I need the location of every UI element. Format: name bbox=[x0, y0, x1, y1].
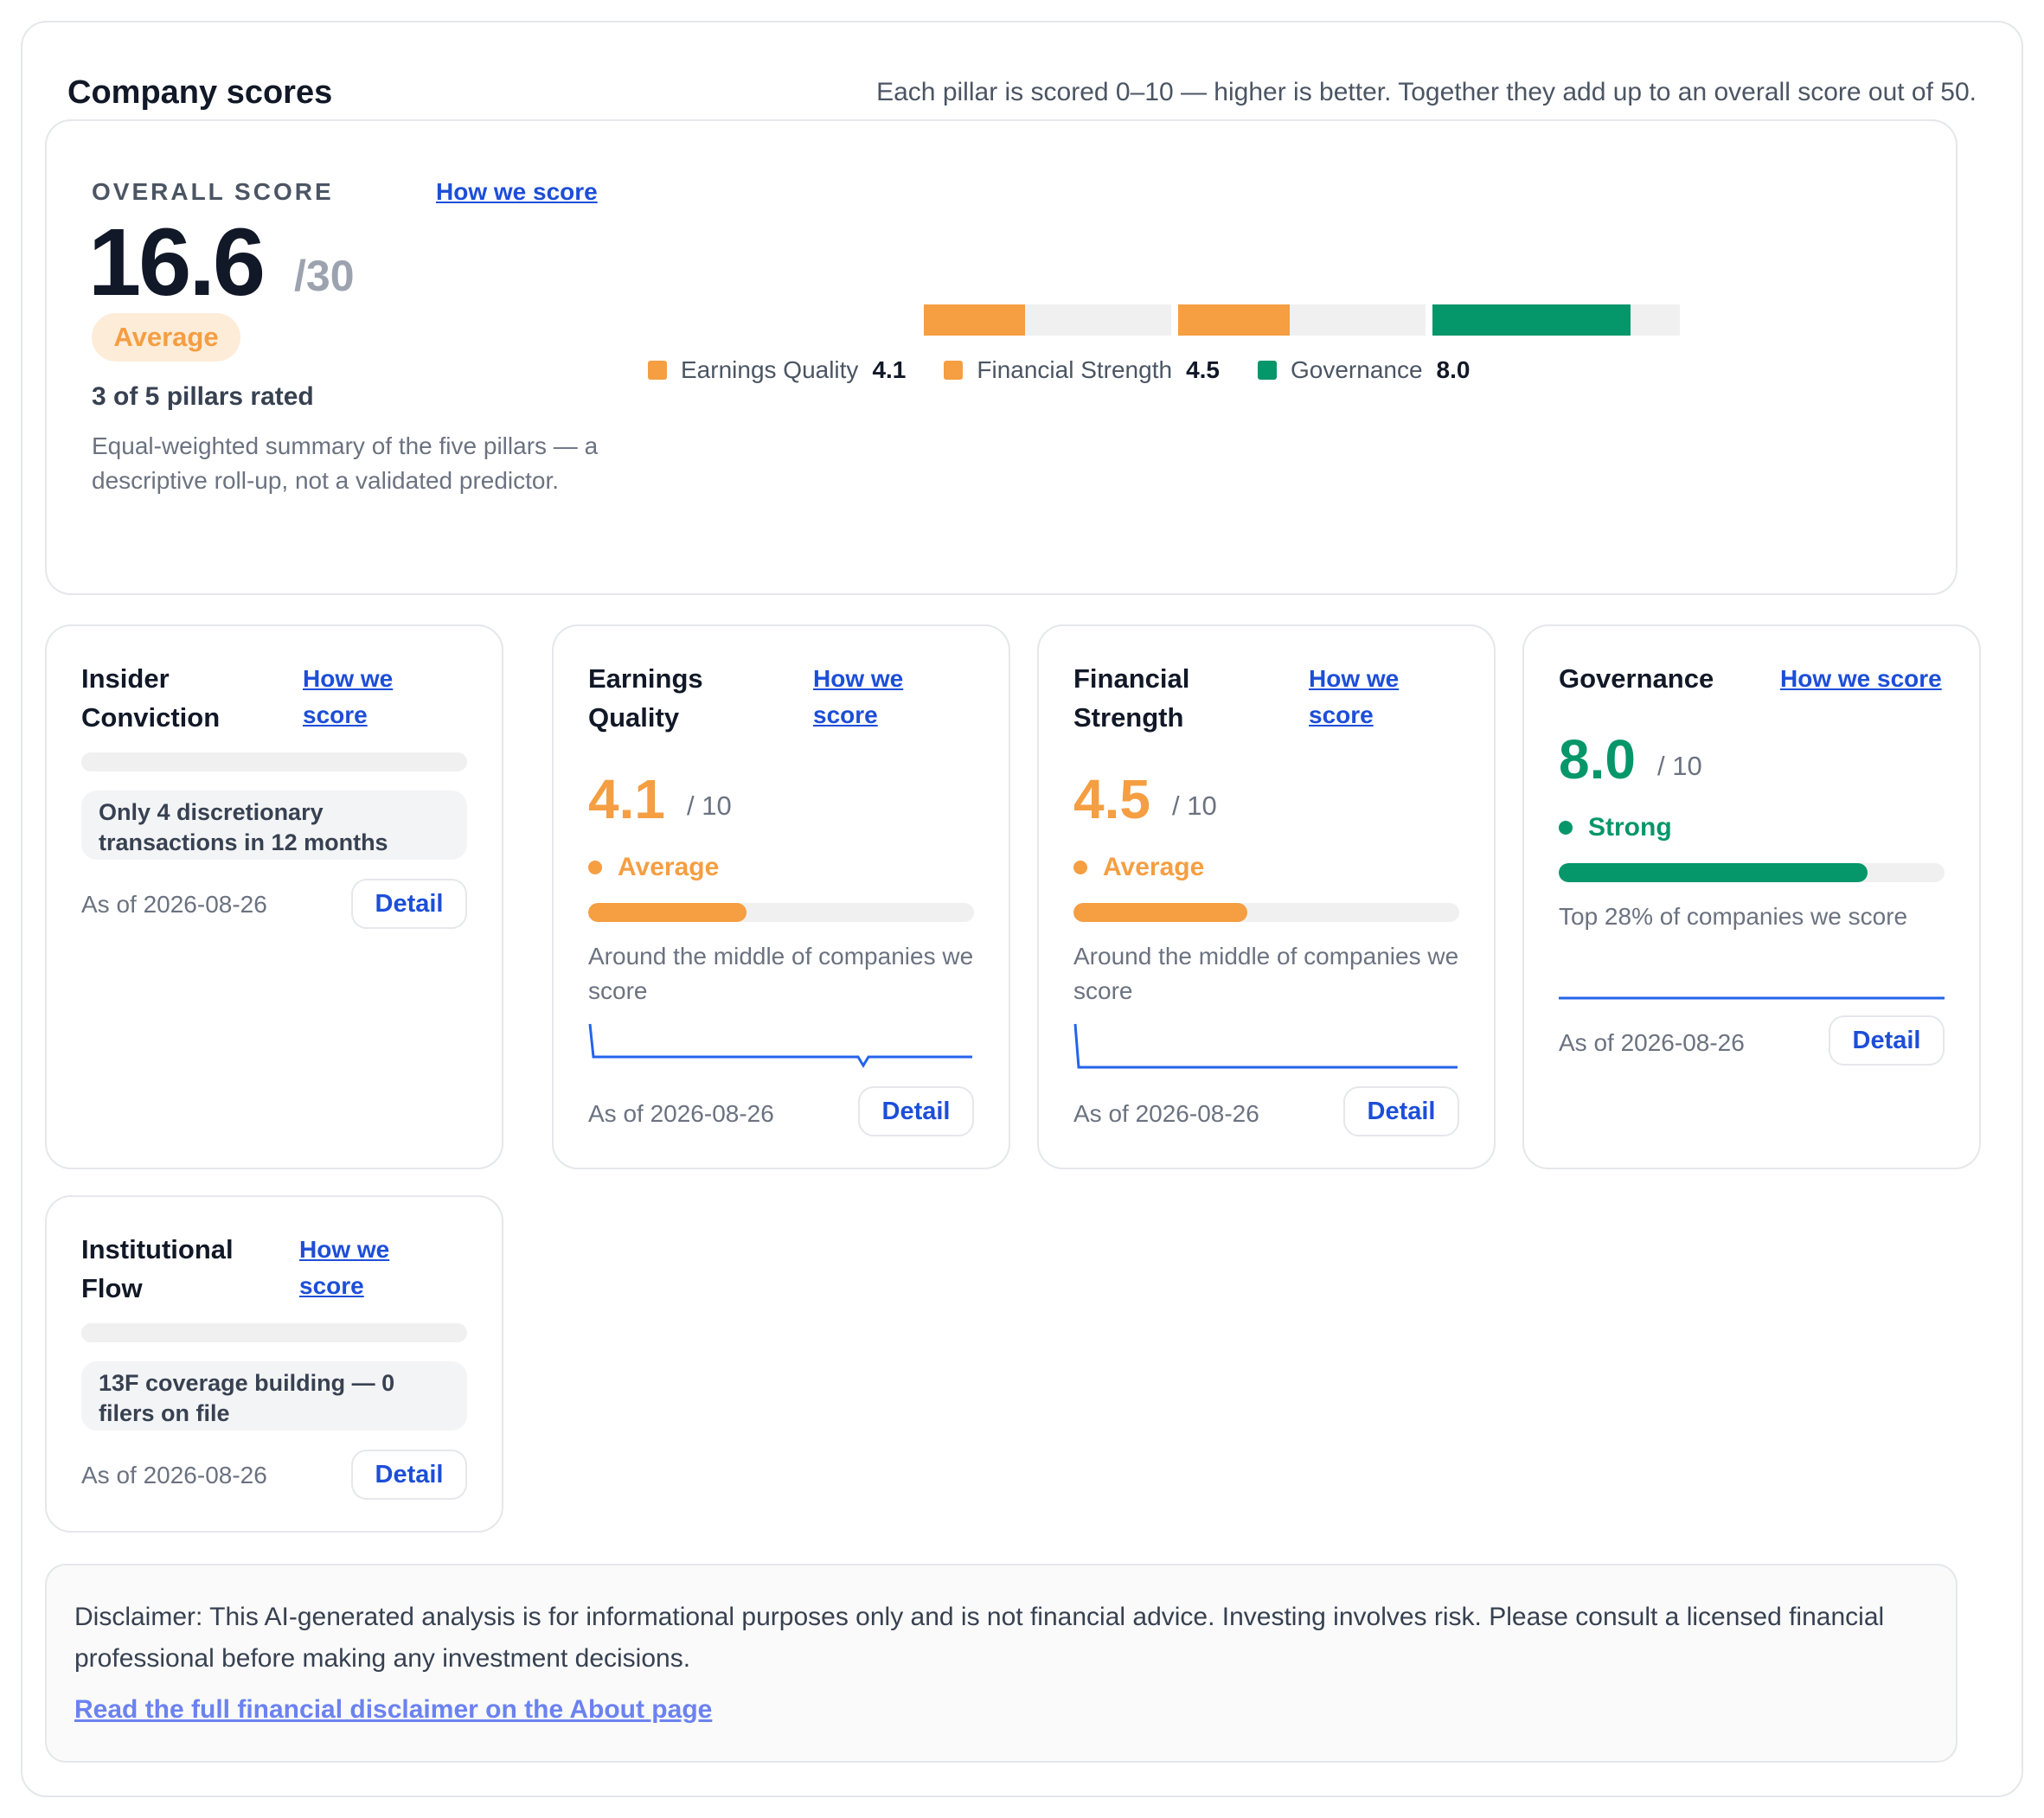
panel-subtitle: Each pillar is scored 0–10 — higher is b… bbox=[876, 78, 1977, 106]
pillar-as-of-date: As of 2026-08-26 bbox=[588, 1100, 774, 1127]
overall-score-label: OVERALL SCORE bbox=[92, 178, 334, 205]
pillar-sparkline bbox=[1073, 1023, 1458, 1069]
pillar-detail-button[interactable]: Detail bbox=[1343, 1086, 1459, 1136]
pillar-percentile-note: Around the middle of companies we score bbox=[1073, 943, 1459, 1004]
pillar-how-we-score-link[interactable]: How we score bbox=[1780, 661, 1953, 697]
segment-fill-governance bbox=[1432, 304, 1631, 336]
pillar-band-label: Average bbox=[618, 853, 720, 881]
pillar-score-track bbox=[1073, 903, 1459, 922]
pillar-score-track bbox=[81, 1323, 467, 1342]
legend-label: Earnings Quality bbox=[681, 356, 859, 383]
pillar-title: Earnings Quality bbox=[588, 663, 703, 733]
segment-fill-earnings-quality bbox=[924, 304, 1026, 336]
pillar-card-insider-conviction: Insider Conviction How we score Only 4 d… bbox=[45, 624, 503, 1169]
pillar-as-of-date: As of 2026-08-26 bbox=[81, 891, 267, 918]
pillar-card-earnings-quality: Earnings Quality How we score 4.1 / 10 A… bbox=[552, 624, 1010, 1169]
pillar-detail-button[interactable]: Detail bbox=[858, 1086, 974, 1136]
legend-label: Financial Strength bbox=[977, 356, 1173, 383]
legend-value: 8.0 bbox=[1436, 356, 1471, 383]
pillar-how-we-score-link[interactable]: How we score bbox=[813, 661, 917, 733]
disclaimer-link[interactable]: Read the full financial disclaimer on th… bbox=[74, 1695, 712, 1725]
panel-title: Company scores bbox=[67, 74, 333, 111]
pillar-score-max: / 10 bbox=[1172, 791, 1217, 821]
pillar-band: Average bbox=[1073, 853, 1204, 882]
pillar-title: Insider Conviction bbox=[81, 663, 221, 733]
legend-label: Governance bbox=[1291, 356, 1423, 383]
segment-bar-financial-strength bbox=[1178, 304, 1426, 336]
segment-legend: Earnings Quality 4.1 Financial Strength … bbox=[648, 356, 1508, 384]
pillar-unrated-note: 13F coverage building — 0 filers on file bbox=[81, 1361, 467, 1431]
pillar-score-value: 4.1 bbox=[588, 768, 665, 830]
pillar-sparkline bbox=[588, 1023, 972, 1068]
disclaimer-text: Disclaimer: This AI-generated analysis i… bbox=[74, 1603, 1885, 1673]
legend-value: 4.5 bbox=[1186, 356, 1220, 383]
legend-item-financial-strength: Financial Strength 4.5 bbox=[944, 356, 1220, 384]
legend-swatch bbox=[648, 361, 667, 380]
overall-score-max: /30 bbox=[294, 252, 355, 300]
pillar-title: Governance bbox=[1559, 663, 1714, 694]
legend-value: 4.1 bbox=[872, 356, 907, 383]
status-dot-icon bbox=[1073, 861, 1087, 874]
pillar-how-we-score-link[interactable]: How we score bbox=[303, 661, 407, 733]
overall-band-badge: Average bbox=[92, 313, 240, 362]
segment-fill-financial-strength bbox=[1178, 304, 1290, 336]
pillar-card-governance: Governance How we score 8.0 / 10 Strong … bbox=[1522, 624, 1981, 1169]
pillar-score-max: / 10 bbox=[687, 791, 732, 821]
pillar-score-fill bbox=[1073, 903, 1247, 922]
overall-how-we-score-link[interactable]: How we score bbox=[436, 178, 598, 206]
pillar-card-financial-strength: Financial Strength How we score 4.5 / 10… bbox=[1037, 624, 1496, 1169]
pillar-score-fill bbox=[588, 903, 746, 922]
pillar-score-value: 8.0 bbox=[1559, 728, 1636, 791]
legend-swatch bbox=[944, 361, 964, 380]
legend-swatch bbox=[1258, 361, 1277, 380]
pillar-detail-button[interactable]: Detail bbox=[351, 1450, 467, 1500]
pillar-detail-button[interactable]: Detail bbox=[1829, 1015, 1945, 1066]
pillar-title: Institutional Flow bbox=[81, 1234, 234, 1303]
pillar-as-of-date: As of 2026-08-26 bbox=[1559, 1029, 1745, 1056]
pillar-band: Average bbox=[588, 853, 719, 882]
pillar-as-of-date: As of 2026-08-26 bbox=[1073, 1100, 1259, 1127]
pillar-title: Financial Strength bbox=[1073, 663, 1190, 733]
pillar-sparkline bbox=[1559, 996, 1945, 1000]
legend-item-governance: Governance 8.0 bbox=[1258, 356, 1470, 384]
pillar-as-of-date: As of 2026-08-26 bbox=[81, 1462, 267, 1488]
pillar-band-label: Average bbox=[1103, 853, 1205, 881]
segment-bar-governance bbox=[1432, 304, 1680, 336]
pillar-percentile-note: Around the middle of companies we score bbox=[588, 943, 974, 1004]
pillar-band-label: Strong bbox=[1588, 813, 1672, 842]
pillar-score-max: / 10 bbox=[1657, 751, 1702, 781]
pillar-score-track bbox=[81, 752, 467, 771]
pillar-card-institutional-flow: Institutional Flow How we score 13F cove… bbox=[45, 1195, 503, 1533]
overall-description: Equal-weighted summary of the five pilla… bbox=[92, 432, 599, 494]
pillar-percentile-note: Top 28% of companies we score bbox=[1559, 903, 1908, 930]
pillar-score-track bbox=[588, 903, 974, 922]
overall-score-card: OVERALL SCORE How we score 16.6 /30 Aver… bbox=[45, 119, 1957, 595]
pillar-unrated-note: Only 4 discretionary transactions in 12 … bbox=[81, 791, 467, 860]
overall-score-value: 16.6 bbox=[88, 209, 266, 316]
pillars-rated-count: 3 of 5 pillars rated bbox=[92, 382, 314, 411]
pillar-detail-button[interactable]: Detail bbox=[351, 879, 467, 929]
pillar-score-fill bbox=[1559, 863, 1868, 882]
pillar-band: Strong bbox=[1559, 813, 1672, 842]
status-dot-icon bbox=[1559, 821, 1573, 835]
segment-bar-earnings-quality bbox=[924, 304, 1171, 336]
disclaimer-box: Disclaimer: This AI-generated analysis i… bbox=[45, 1564, 1957, 1763]
pillar-how-we-score-link[interactable]: How we score bbox=[1309, 661, 1413, 733]
pillar-score-value: 4.5 bbox=[1073, 768, 1150, 830]
pillar-score-track bbox=[1559, 863, 1945, 882]
status-dot-icon bbox=[588, 861, 602, 874]
pillar-how-we-score-link[interactable]: How we score bbox=[299, 1232, 403, 1304]
legend-item-earnings-quality: Earnings Quality 4.1 bbox=[648, 356, 906, 384]
